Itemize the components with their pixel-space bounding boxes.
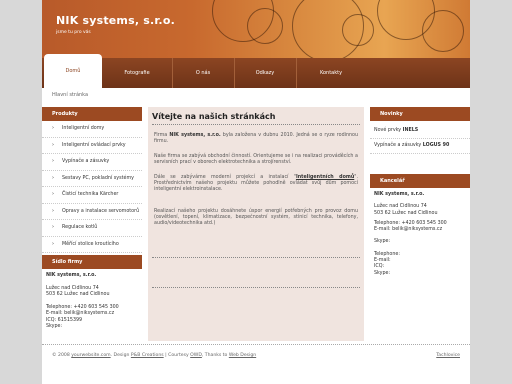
right-sidebar: Novinky Nové prvky INELS Vypínače a zásu…	[370, 107, 470, 281]
arrow-right-icon: ›	[52, 191, 54, 197]
smart-home-paragraph: Dále se zabýváme moderní projekcí a inst…	[154, 175, 359, 193]
address-line: 503 62 Lužec nad Cidlinou	[374, 210, 438, 216]
news-item[interactable]: Nové prvky INELS	[370, 124, 470, 139]
arrow-right-icon: ›	[52, 125, 54, 131]
nav-photos[interactable]: Fotografie	[102, 58, 173, 88]
divider	[152, 287, 360, 288]
company-info: NIK systems, s.r.o. Lužec nad Cidlinou 7…	[42, 269, 142, 335]
skype-text: Skype:	[374, 239, 391, 245]
company-name: NIK systems, s.r.o.	[374, 192, 425, 197]
footer-credits: © 2008 yourwebsite.com. Design P&B Creat…	[52, 353, 257, 358]
product-item[interactable]: › Čisticí technika Kärcher	[42, 187, 142, 204]
site-header: NIK systems, s.r.o. jsme tu pro vás	[42, 0, 470, 58]
news-item[interactable]: Vypínače a zásuvky LOGUS 90	[370, 139, 470, 154]
product-item[interactable]: › Regulace kotlů	[42, 220, 142, 237]
site-logo[interactable]: NIK systems, s.r.o.	[56, 14, 175, 27]
intro-paragraph: Firma NIK systems, s.r.o. byla založena …	[154, 133, 359, 145]
skype-text: Skype:	[46, 324, 63, 329]
divider	[152, 257, 360, 258]
product-item[interactable]: › Sestavy PC, pokladní systémy	[42, 171, 142, 187]
product-item[interactable]: › Inteligentní domy	[42, 121, 142, 138]
smart-home-link[interactable]: Inteligentních domů	[296, 175, 354, 180]
main-content: Vítejte na našich stránkách Firma NIK sy…	[148, 107, 364, 341]
savings-paragraph: Realizací našeho projektu dosáhnete úspo…	[154, 209, 358, 227]
office-title: Kancelář	[370, 174, 470, 188]
nav-home[interactable]: Domů	[44, 54, 102, 88]
left-sidebar: Produkty › Inteligentní domy › Inteligentn…	[42, 107, 142, 335]
footer-thanks-link[interactable]: Web Design	[229, 353, 256, 358]
product-item[interactable]: › Vypínače a zásuvky	[42, 154, 142, 171]
email-text: E-mail: belik@niksystems.cz	[374, 227, 443, 233]
address-line: 503 62 Lužec nad Cidlinou	[46, 292, 110, 297]
news-title: Novinky	[370, 107, 470, 121]
product-item[interactable]: › Inteligentní ovládací prvky	[42, 138, 142, 154]
company-name: NIK systems, s.r.o.	[46, 273, 97, 278]
products-menu: › Inteligentní domy › Inteligentní ovládac…	[42, 121, 142, 253]
footer-site-link[interactable]: yourwebsite.com	[71, 353, 110, 358]
page: NIK systems, s.r.o. jsme tu pro vás Domů…	[42, 0, 470, 384]
nav-contacts[interactable]: Kontakty	[296, 58, 366, 88]
arrow-right-icon: ›	[52, 224, 54, 230]
skype-text: Skype:	[374, 270, 391, 276]
divider	[152, 124, 360, 125]
arrow-right-icon: ›	[52, 158, 54, 164]
site-footer: © 2008 yourwebsite.com. Design P&B Creat…	[42, 344, 470, 358]
page-title: Vítejte na našich stránkách	[152, 112, 276, 121]
arrow-right-icon: ›	[52, 240, 54, 247]
footer-design-link[interactable]: P&B Creations	[131, 353, 164, 358]
office-title: Sídlo firmy	[42, 255, 142, 269]
breadcrumb: Hlavní stránka	[52, 92, 89, 98]
footer-location-link[interactable]: Tachlovice	[436, 353, 460, 358]
product-item[interactable]: › Měřící stolice kroutícího	[42, 237, 142, 253]
arrow-right-icon: ›	[52, 207, 54, 214]
business-paragraph: Naše firma se zabývá obchodní činností. …	[154, 154, 358, 166]
site-slogan: jsme tu pro vás	[56, 30, 91, 35]
office-info: NIK systems, s.r.o. Lužec nad Cidlinou 7…	[370, 188, 470, 281]
nav-links[interactable]: Odkazy	[234, 58, 297, 88]
product-item[interactable]: › Opravy a instalace servomotorů	[42, 204, 142, 220]
products-title: Produkty	[42, 107, 142, 121]
arrow-right-icon: ›	[52, 174, 54, 181]
main-nav: Domů Fotografie O nás Odkazy Kontakty	[42, 54, 470, 88]
arrow-right-icon: ›	[52, 141, 54, 148]
footer-courtesy-link[interactable]: OWD	[190, 353, 202, 358]
nav-about[interactable]: O nás	[172, 58, 235, 88]
